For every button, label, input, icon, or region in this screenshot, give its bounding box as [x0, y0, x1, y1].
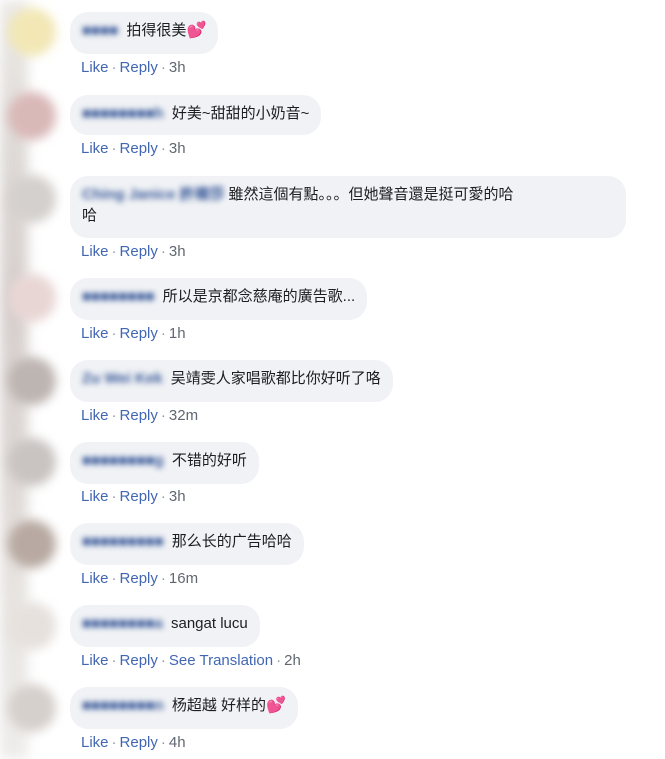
like-button[interactable]: Like — [81, 325, 109, 342]
like-button[interactable]: Like — [81, 59, 109, 76]
comment-text: sangat lucu — [171, 615, 248, 632]
like-button[interactable]: Like — [81, 407, 109, 424]
comment-author[interactable]: Ching Janice 許禕莎 — [82, 184, 225, 205]
comment-author[interactable]: ■■■■■■■■■ — [82, 531, 164, 552]
like-button[interactable]: Like — [81, 243, 109, 260]
avatar[interactable] — [8, 175, 56, 223]
see-translation-link[interactable]: See Translation — [169, 652, 273, 669]
timestamp[interactable]: 32m — [169, 407, 198, 424]
comment-actions: Like · Reply · 1h — [81, 325, 186, 342]
comment-bubble: ■■■■■■■■g 不错的好听 — [70, 442, 259, 484]
comment-actions: Like · Reply · 3h — [81, 59, 186, 76]
avatar[interactable] — [8, 92, 56, 140]
comment-author[interactable]: ■■■■ — [82, 20, 118, 41]
comment-actions: Like · Reply · 32m — [81, 407, 199, 424]
comment-actions: Like · Reply · 4h — [81, 734, 186, 751]
comment-actions: Like · Reply · 3h — [81, 243, 186, 260]
like-button[interactable]: Like — [81, 488, 109, 505]
comment-text: 拍得很美 — [126, 22, 187, 39]
avatar[interactable] — [8, 357, 56, 405]
reply-button[interactable]: Reply — [120, 488, 158, 505]
comment-bubble: ■■■■ 拍得很美💕 — [70, 12, 219, 54]
comment-actions: Like · Reply · 3h — [81, 488, 186, 505]
comment-bubble: ■■■■■■■■■ 那么长的广告哈哈 — [70, 523, 304, 565]
timestamp[interactable]: 3h — [169, 243, 186, 260]
timestamp[interactable]: 3h — [169, 488, 186, 505]
reply-button[interactable]: Reply — [120, 243, 158, 260]
avatar[interactable] — [8, 438, 56, 486]
two-hearts-icon: 💕 — [186, 22, 207, 39]
comment-author[interactable]: ■■■■■■■■g — [82, 450, 164, 471]
comment-author[interactable]: ■■■■■■■■h — [82, 103, 164, 124]
timestamp[interactable]: 2h — [284, 652, 301, 669]
reply-button[interactable]: Reply — [120, 734, 158, 751]
reply-button[interactable]: Reply — [120, 59, 158, 76]
reply-button[interactable]: Reply — [120, 407, 158, 424]
like-button[interactable]: Like — [81, 570, 109, 587]
like-button[interactable]: Like — [81, 734, 109, 751]
timestamp[interactable]: 16m — [169, 570, 198, 587]
reply-button[interactable]: Reply — [120, 325, 158, 342]
reply-button[interactable]: Reply — [120, 570, 158, 587]
avatar[interactable] — [8, 8, 56, 56]
comment-text: 不错的好听 — [171, 452, 247, 469]
comment-text-continued: 哈 — [82, 207, 98, 224]
timestamp[interactable]: 3h — [169, 59, 186, 76]
comment-text: 雖然這個有點。。。但她聲音還是挺可愛的哈 — [228, 186, 514, 203]
avatar[interactable] — [8, 520, 56, 568]
comment-bubble: ■■■■■■■■a sangat lucu — [70, 605, 260, 647]
two-hearts-icon: 💕 — [266, 697, 286, 714]
comment-bubble: Ching Janice 許禕莎 雖然這個有點。。。但她聲音還是挺可愛的哈 哈 — [70, 176, 626, 238]
comment-text: 杨超越 好样的 — [171, 697, 266, 714]
comment-actions: Like · Reply · 16m — [81, 570, 199, 587]
comment-text: 吴靖雯人家唱歌都比你好听了咯 — [170, 370, 381, 387]
timestamp[interactable]: 4h — [169, 734, 186, 751]
comment-author[interactable]: ■■■■■■■■ — [82, 286, 154, 307]
reply-button[interactable]: Reply — [120, 140, 158, 157]
avatar[interactable] — [8, 684, 56, 732]
comment-actions: Like · Reply · 3h — [81, 140, 186, 157]
comment-text: 所以是京都念慈庵的廣告歌... — [162, 288, 356, 305]
comment-text: 那么长的广告哈哈 — [171, 533, 292, 550]
comment-bubble: ■■■■■■■■n 杨超越 好样的💕 — [70, 687, 298, 729]
timestamp[interactable]: 1h — [169, 325, 186, 342]
avatar[interactable] — [8, 274, 56, 322]
comment-actions: Like · Reply · See Translation · 2h — [81, 652, 301, 669]
comment-bubble: ■■■■■■■■h 好美~甜甜的小奶音~ — [70, 95, 322, 135]
comment-text: 好美~甜甜的小奶音~ — [171, 105, 310, 122]
comment-bubble: Zu Wei Kek 吴靖雯人家唱歌都比你好听了咯 — [70, 360, 393, 402]
comment-bubble: ■■■■■■■■ 所以是京都念慈庵的廣告歌... — [70, 278, 368, 320]
comment-author[interactable]: ■■■■■■■■n — [82, 695, 164, 716]
avatar[interactable] — [8, 602, 56, 650]
comment-author[interactable]: ■■■■■■■■a — [82, 613, 163, 634]
comment-author[interactable]: Zu Wei Kek — [82, 368, 163, 389]
reply-button[interactable]: Reply — [120, 652, 158, 669]
like-button[interactable]: Like — [81, 140, 109, 157]
like-button[interactable]: Like — [81, 652, 109, 669]
timestamp[interactable]: 3h — [169, 140, 186, 157]
